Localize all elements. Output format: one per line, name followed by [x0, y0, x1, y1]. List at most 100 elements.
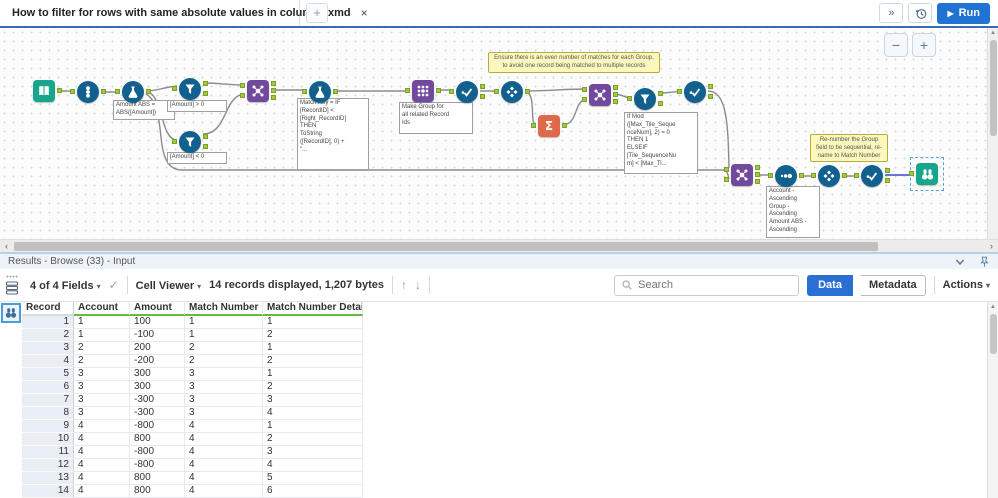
- input-anchor[interactable]: [172, 86, 177, 91]
- table-cell[interactable]: 4: [185, 446, 263, 459]
- input-anchor[interactable]: [172, 139, 177, 144]
- record-id-tool[interactable]: [70, 81, 106, 103]
- table-cell[interactable]: 4: [74, 485, 130, 498]
- input-anchor[interactable]: [494, 89, 499, 94]
- input-anchor[interactable]: [724, 167, 729, 172]
- output-anchor[interactable]: [146, 89, 151, 94]
- output-anchor[interactable]: [101, 89, 106, 94]
- apply-check-icon[interactable]: ✓: [109, 278, 119, 292]
- table-cell[interactable]: -300: [130, 394, 185, 407]
- table-cell[interactable]: 4: [263, 459, 363, 472]
- connection-wire[interactable]: [524, 88, 588, 92]
- row-number[interactable]: 13: [22, 472, 74, 485]
- make-group-tool[interactable]: [405, 80, 441, 102]
- cell-viewer-dropdown[interactable]: Cell Viewer ▾: [136, 276, 202, 294]
- column-header[interactable]: Account: [74, 302, 130, 316]
- table-cell[interactable]: 6: [263, 485, 363, 498]
- table-cell[interactable]: 5: [263, 472, 363, 485]
- output-anchor[interactable]: [755, 172, 760, 177]
- input-anchor[interactable]: [768, 173, 773, 178]
- browse-tool[interactable]: [909, 157, 944, 191]
- table-cell[interactable]: 4: [74, 446, 130, 459]
- data-tab-button[interactable]: Data: [807, 274, 853, 296]
- row-number[interactable]: 6: [22, 381, 74, 394]
- tool-annotation[interactable]: [Amount] < 0: [167, 152, 227, 164]
- previous-record-button[interactable]: ↑: [401, 278, 407, 292]
- input-anchor[interactable]: [302, 89, 307, 94]
- table-cell[interactable]: 200: [130, 342, 185, 355]
- input-anchor[interactable]: [240, 93, 245, 98]
- table-cell[interactable]: 4: [74, 472, 130, 485]
- table-cell[interactable]: 800: [130, 485, 185, 498]
- input-anchor[interactable]: [449, 89, 454, 94]
- table-cell[interactable]: 1: [74, 329, 130, 342]
- output-anchor[interactable]: [613, 92, 618, 97]
- table-cell[interactable]: 2: [263, 381, 363, 394]
- join-tool[interactable]: [724, 164, 760, 186]
- schedule-button[interactable]: [908, 3, 933, 23]
- output-anchor[interactable]: [708, 84, 713, 89]
- table-cell[interactable]: 1: [185, 329, 263, 342]
- input-anchor[interactable]: [240, 83, 245, 88]
- row-number[interactable]: 12: [22, 459, 74, 472]
- metadata-tab-button[interactable]: Metadata: [860, 274, 926, 296]
- table-cell[interactable]: -800: [130, 446, 185, 459]
- filter-tool[interactable]: [172, 78, 208, 100]
- table-cell[interactable]: 4: [263, 407, 363, 420]
- join-tool[interactable]: [582, 84, 618, 106]
- row-number[interactable]: 14: [22, 485, 74, 498]
- table-cell[interactable]: 1: [263, 316, 363, 329]
- output-anchor[interactable]: [525, 89, 530, 94]
- workflow-canvas[interactable]: Ensure there is an even number of matche…: [0, 28, 998, 239]
- table-cell[interactable]: 4: [185, 459, 263, 472]
- scroll-up-icon[interactable]: ▲: [988, 302, 998, 313]
- output-anchor[interactable]: [885, 168, 890, 173]
- table-cell[interactable]: -300: [130, 407, 185, 420]
- output-anchor[interactable]: [613, 99, 618, 104]
- input-anchor[interactable]: [531, 123, 536, 128]
- table-cell[interactable]: 4: [74, 433, 130, 446]
- output-anchor[interactable]: [755, 165, 760, 170]
- table-cell[interactable]: 3: [263, 446, 363, 459]
- table-cell[interactable]: 4: [74, 459, 130, 472]
- tool-annotation[interactable]: Amount ABS = ABS([Amount]): [113, 100, 175, 120]
- output-anchor[interactable]: [480, 84, 485, 89]
- scroll-left-icon[interactable]: ‹: [0, 240, 13, 252]
- connection-wire[interactable]: [561, 98, 588, 126]
- row-number[interactable]: 3: [22, 342, 74, 355]
- search-box[interactable]: [614, 274, 800, 296]
- sort-tool[interactable]: [768, 165, 804, 187]
- input-data-tool[interactable]: [33, 80, 62, 102]
- output-anchor[interactable]: [658, 101, 663, 106]
- output-anchor[interactable]: [203, 81, 208, 86]
- input-anchor[interactable]: [724, 177, 729, 182]
- input-anchor[interactable]: [115, 89, 120, 94]
- table-cell[interactable]: 3: [185, 381, 263, 394]
- table-cell[interactable]: 4: [185, 433, 263, 446]
- table-cell[interactable]: 1: [263, 342, 363, 355]
- row-number[interactable]: 11: [22, 446, 74, 459]
- table-cell[interactable]: 1: [263, 420, 363, 433]
- row-number[interactable]: 5: [22, 368, 74, 381]
- connection-wire[interactable]: [202, 82, 246, 86]
- table-cell[interactable]: 2: [74, 355, 130, 368]
- join-tool[interactable]: [240, 80, 276, 102]
- formula-tool[interactable]: [302, 81, 338, 103]
- connection-wire[interactable]: [707, 90, 730, 169]
- zoom-out-button[interactable]: −: [884, 33, 908, 57]
- tool-annotation[interactable]: Match Key = IF [RecordID] < [Right_Recor…: [297, 98, 369, 170]
- filter-tool[interactable]: [172, 131, 208, 153]
- browse-anchor-button[interactable]: [1, 303, 21, 323]
- workflow-tab[interactable]: How to filter for rows with same absolut…: [0, 0, 368, 26]
- canvas-vertical-scrollbar[interactable]: ▲: [987, 28, 998, 239]
- output-anchor[interactable]: [658, 91, 663, 96]
- output-anchor[interactable]: [271, 81, 276, 86]
- canvas-vscroll-thumb[interactable]: [990, 40, 997, 136]
- output-anchor[interactable]: [57, 88, 62, 93]
- table-cell[interactable]: 2: [263, 329, 363, 342]
- fields-dropdown[interactable]: 4 of 4 Fields ▾: [30, 276, 101, 294]
- input-anchor[interactable]: [405, 88, 410, 93]
- output-anchor[interactable]: [842, 173, 847, 178]
- input-anchor[interactable]: [627, 96, 632, 101]
- column-header[interactable]: Match Number: [185, 302, 263, 316]
